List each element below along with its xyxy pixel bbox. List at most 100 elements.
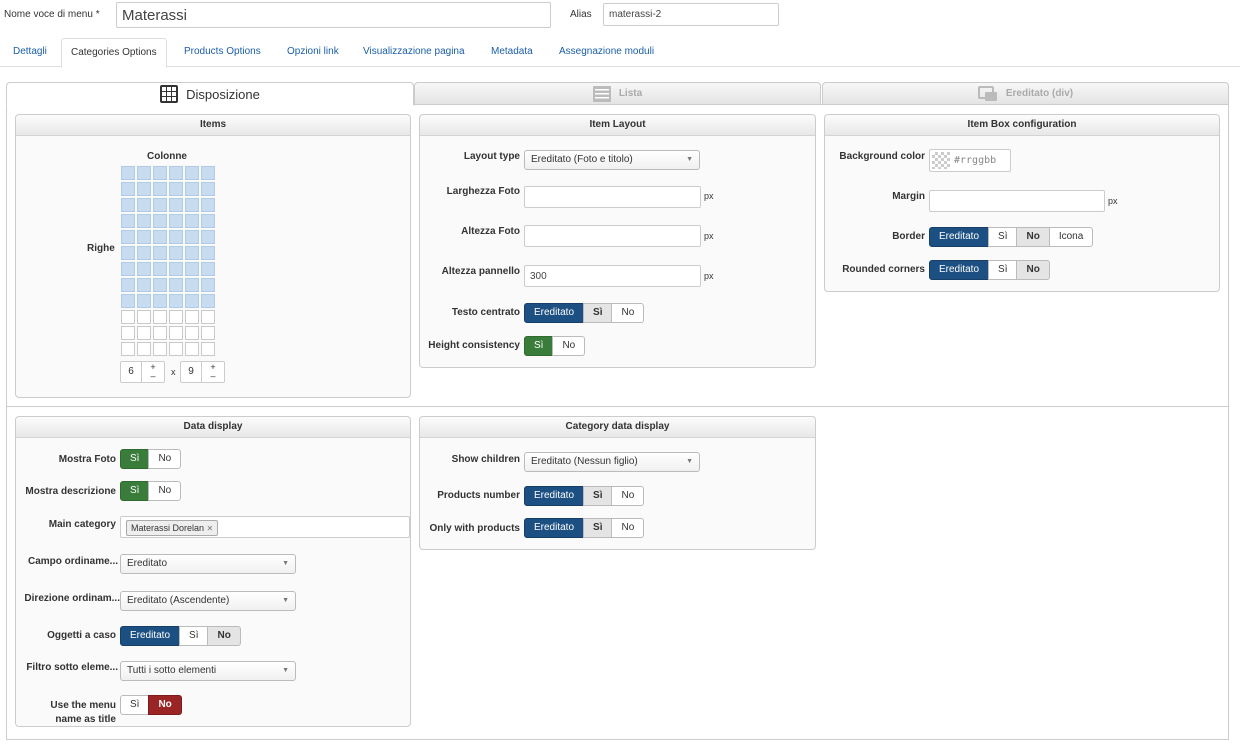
grid-cell[interactable] bbox=[121, 214, 135, 228]
grid-cell[interactable] bbox=[137, 342, 151, 356]
grid-cell[interactable] bbox=[185, 230, 199, 244]
tab-products-options[interactable]: Products Options bbox=[184, 38, 261, 66]
grid-cell[interactable] bbox=[201, 262, 215, 276]
menu-title-no-button[interactable]: No bbox=[148, 695, 182, 715]
grid-cell[interactable] bbox=[137, 294, 151, 308]
grid-cell[interactable] bbox=[153, 246, 167, 260]
grid-cell[interactable] bbox=[169, 278, 183, 292]
show-children-select[interactable]: Ereditato (Nessun figlio) ▼ bbox=[524, 452, 700, 472]
grid-cell[interactable] bbox=[169, 246, 183, 260]
only-with-products-si-button[interactable]: Sì bbox=[583, 518, 613, 538]
grid-cell[interactable] bbox=[121, 182, 135, 196]
panel-height-input[interactable]: 300 bbox=[524, 265, 701, 287]
products-number-no-button[interactable]: No bbox=[611, 486, 645, 506]
grid-cell[interactable] bbox=[153, 278, 167, 292]
grid-cell[interactable] bbox=[201, 246, 215, 260]
grid-cell[interactable] bbox=[169, 214, 183, 228]
grid-cell[interactable] bbox=[137, 278, 151, 292]
grid-cell[interactable] bbox=[169, 166, 183, 180]
tab-opzioni-link[interactable]: Opzioni link bbox=[287, 38, 339, 66]
sort-field-select[interactable]: Ereditato ▼ bbox=[120, 554, 296, 574]
only-with-products-no-button[interactable]: No bbox=[611, 518, 645, 538]
grid-cell[interactable] bbox=[169, 198, 183, 212]
bg-color-input[interactable]: #rrggbb bbox=[929, 149, 1011, 172]
grid-cell[interactable] bbox=[153, 214, 167, 228]
grid-cell[interactable] bbox=[153, 182, 167, 196]
grid-cell[interactable] bbox=[201, 326, 215, 340]
show-photo-si-button[interactable]: Sì bbox=[120, 449, 150, 469]
menu-title-si-button[interactable]: Sì bbox=[120, 695, 150, 715]
items-grid[interactable] bbox=[121, 166, 215, 356]
grid-cell[interactable] bbox=[153, 342, 167, 356]
rounded-si-button[interactable]: Sì bbox=[988, 260, 1018, 280]
show-photo-no-button[interactable]: No bbox=[148, 449, 182, 469]
grid-cell[interactable] bbox=[201, 294, 215, 308]
grid-cell[interactable] bbox=[169, 310, 183, 324]
layout-tab-ereditato[interactable]: Ereditato (div) bbox=[822, 82, 1229, 104]
border-ereditato-button[interactable]: Ereditato bbox=[929, 227, 990, 247]
grid-cell[interactable] bbox=[201, 198, 215, 212]
grid-cell[interactable] bbox=[153, 166, 167, 180]
grid-cell[interactable] bbox=[137, 198, 151, 212]
grid-cell[interactable] bbox=[185, 262, 199, 276]
grid-cell[interactable] bbox=[169, 182, 183, 196]
rows-minus-button[interactable]: – bbox=[210, 372, 215, 381]
products-number-si-button[interactable]: Sì bbox=[583, 486, 613, 506]
random-ereditato-button[interactable]: Ereditato bbox=[120, 626, 181, 646]
layout-tab-lista[interactable]: Lista bbox=[414, 82, 821, 104]
grid-cell[interactable] bbox=[121, 198, 135, 212]
grid-cell[interactable] bbox=[121, 166, 135, 180]
tab-visualizzazione-pagina[interactable]: Visualizzazione pagina bbox=[363, 38, 465, 66]
grid-cell[interactable] bbox=[137, 166, 151, 180]
tag-remove-icon[interactable]: ✕ bbox=[207, 524, 214, 533]
rows-stepper[interactable]: 9 + – bbox=[180, 361, 225, 383]
grid-cell[interactable] bbox=[169, 230, 183, 244]
random-si-button[interactable]: Sì bbox=[179, 626, 209, 646]
show-desc-si-button[interactable]: Sì bbox=[120, 481, 150, 501]
grid-cell[interactable] bbox=[185, 326, 199, 340]
grid-cell[interactable] bbox=[137, 326, 151, 340]
main-category-input[interactable]: Materassi Dorelan ✕ bbox=[120, 516, 410, 538]
grid-cell[interactable] bbox=[153, 198, 167, 212]
grid-cell[interactable] bbox=[201, 214, 215, 228]
height-consistency-no-button[interactable]: No bbox=[552, 336, 586, 356]
grid-cell[interactable] bbox=[201, 166, 215, 180]
tab-categories-options[interactable]: Categories Options bbox=[61, 38, 167, 68]
columns-minus-button[interactable]: – bbox=[150, 372, 155, 381]
show-desc-no-button[interactable]: No bbox=[148, 481, 182, 501]
grid-cell[interactable] bbox=[169, 262, 183, 276]
border-icona-button[interactable]: Icona bbox=[1048, 227, 1094, 247]
tab-assegnazione-moduli[interactable]: Assegnazione moduli bbox=[559, 38, 654, 66]
grid-cell[interactable] bbox=[185, 310, 199, 324]
centered-text-no-button[interactable]: No bbox=[611, 303, 645, 323]
only-with-products-ereditato-button[interactable]: Ereditato bbox=[524, 518, 585, 538]
grid-cell[interactable] bbox=[137, 246, 151, 260]
grid-cell[interactable] bbox=[185, 166, 199, 180]
alias-input[interactable]: materassi-2 bbox=[603, 3, 779, 26]
layout-type-select[interactable]: Ereditato (Foto e titolo) ▼ bbox=[524, 150, 700, 170]
photo-width-input[interactable] bbox=[524, 186, 701, 208]
grid-cell[interactable] bbox=[201, 310, 215, 324]
columns-stepper[interactable]: 6 + – bbox=[120, 361, 165, 383]
grid-cell[interactable] bbox=[153, 294, 167, 308]
tab-dettagli[interactable]: Dettagli bbox=[13, 38, 47, 66]
sort-direction-select[interactable]: Ereditato (Ascendente) ▼ bbox=[120, 591, 296, 611]
rounded-no-button[interactable]: No bbox=[1016, 260, 1050, 280]
grid-cell[interactable] bbox=[185, 278, 199, 292]
rounded-ereditato-button[interactable]: Ereditato bbox=[929, 260, 990, 280]
grid-cell[interactable] bbox=[201, 342, 215, 356]
grid-cell[interactable] bbox=[121, 278, 135, 292]
grid-cell[interactable] bbox=[185, 294, 199, 308]
margin-input[interactable] bbox=[929, 190, 1105, 212]
tab-metadata[interactable]: Metadata bbox=[491, 38, 533, 66]
grid-cell[interactable] bbox=[121, 342, 135, 356]
grid-cell[interactable] bbox=[201, 230, 215, 244]
border-no-button[interactable]: No bbox=[1016, 227, 1050, 247]
border-si-button[interactable]: Sì bbox=[988, 227, 1018, 247]
grid-cell[interactable] bbox=[185, 182, 199, 196]
grid-cell[interactable] bbox=[137, 182, 151, 196]
grid-cell[interactable] bbox=[121, 246, 135, 260]
grid-cell[interactable] bbox=[121, 294, 135, 308]
centered-text-ereditato-button[interactable]: Ereditato bbox=[524, 303, 585, 323]
grid-cell[interactable] bbox=[153, 326, 167, 340]
